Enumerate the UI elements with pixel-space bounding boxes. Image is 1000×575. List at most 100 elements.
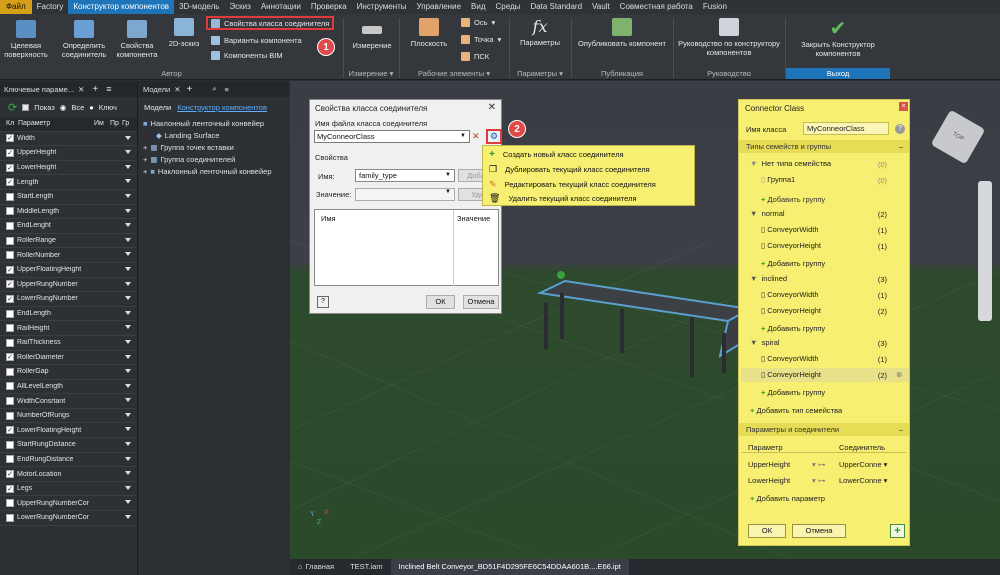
- key-checkbox[interactable]: [6, 499, 14, 508]
- key-checkbox[interactable]: [6, 309, 14, 318]
- menu-item[interactable]: Аннотации: [256, 0, 306, 14]
- table-row[interactable]: EndRungDistance: [0, 453, 137, 468]
- connector-class-properties-button[interactable]: Свойства класса соединителя: [206, 16, 335, 30]
- expand-icon[interactable]: +: [143, 143, 147, 152]
- chevron-down-icon[interactable]: [125, 383, 131, 388]
- chevron-down-icon[interactable]: [125, 500, 131, 505]
- menu-item[interactable]: Среды: [491, 0, 526, 14]
- show-checkbox[interactable]: [22, 103, 30, 111]
- table-row[interactable]: ✓ MotorLocation: [0, 467, 137, 482]
- key-checkbox[interactable]: [6, 411, 14, 420]
- close-icon[interactable]: ✕: [78, 85, 84, 94]
- tab-home[interactable]: ⌂ Главная: [290, 559, 342, 575]
- menu-item[interactable]: Вид: [466, 0, 490, 14]
- chevron-down-icon[interactable]: [125, 193, 131, 198]
- plane-button[interactable]: Плоскость: [404, 18, 454, 48]
- add-parameter-link[interactable]: + Добавить параметр: [750, 494, 825, 503]
- param-conveyor-height[interactable]: ▯ ConveyorHeight: [761, 241, 821, 250]
- param-conveyor-width[interactable]: ▯ ConveyorWidth: [761, 354, 819, 363]
- params-section-header[interactable]: Параметры и соединители –: [739, 423, 909, 436]
- tree-part[interactable]: + ■ Наклонный ленточный конвейер: [143, 165, 289, 177]
- value-select[interactable]: ▼: [355, 188, 455, 201]
- chevron-down-icon[interactable]: [125, 515, 131, 520]
- chevron-down-icon[interactable]: [125, 179, 131, 184]
- remove-icon[interactable]: ⊗: [896, 370, 902, 379]
- group-measure-label[interactable]: Измерение ▾: [343, 68, 399, 79]
- key-checkbox[interactable]: [6, 367, 14, 376]
- param-lower-height[interactable]: LowerHeight: [748, 476, 790, 485]
- table-row[interactable]: StartRungDistance: [0, 438, 137, 453]
- menu-item[interactable]: Проверка: [306, 0, 352, 14]
- key-checkbox[interactable]: ✓: [6, 470, 14, 479]
- table-row[interactable]: ✓ Legs: [0, 482, 137, 497]
- menu-item[interactable]: Управление: [412, 0, 466, 14]
- axis-button[interactable]: Ось ▾: [461, 18, 495, 27]
- tree-connectors[interactable]: + ▦ Группа соединителей: [143, 153, 289, 165]
- close-designer-button[interactable]: ✔ Закрыть Конструктор компонентов: [786, 18, 890, 58]
- cancel-button[interactable]: Отмена: [463, 295, 499, 309]
- group-1[interactable]: ▯ Группа1: [761, 175, 795, 184]
- table-row[interactable]: RailThickness: [0, 336, 137, 351]
- menu-icon[interactable]: ≡: [225, 85, 229, 94]
- family-inclined[interactable]: ▼ inclined: [750, 274, 787, 283]
- designer-guide-button[interactable]: Руководство по конструктору компонентов: [674, 18, 784, 57]
- table-row[interactable]: ✓ UpperRungNumber: [0, 278, 137, 293]
- menu-item[interactable]: Vault: [587, 0, 615, 14]
- close-icon[interactable]: ✕: [174, 85, 180, 94]
- chevron-down-icon[interactable]: [125, 398, 131, 403]
- add-group-link[interactable]: + Добавить группу: [761, 324, 825, 333]
- chevron-down-icon[interactable]: [125, 266, 131, 271]
- table-row[interactable]: ✓ RollerDiameter: [0, 351, 137, 366]
- target-surface-button[interactable]: Целевая поверхность: [4, 20, 48, 59]
- menu-item[interactable]: Файл: [0, 0, 32, 14]
- chevron-down-icon[interactable]: [125, 164, 131, 169]
- properties-table[interactable]: Имя Значение: [314, 209, 499, 286]
- group-work-label[interactable]: Рабочие элементы ▾: [399, 68, 509, 79]
- chevron-down-icon[interactable]: [125, 135, 131, 140]
- menu-item[interactable]: 3D-модель: [174, 0, 224, 14]
- table-row[interactable]: ✓ LowerFloatingHeight: [0, 423, 137, 439]
- chevron-down-icon[interactable]: [125, 252, 131, 257]
- ucs-button[interactable]: ПСК: [461, 52, 489, 61]
- table-row[interactable]: ✓ Width: [0, 132, 137, 147]
- table-row[interactable]: ✓ LowerHeight: [0, 161, 137, 176]
- table-row[interactable]: NumberOfRungs: [0, 409, 137, 424]
- file-name-select[interactable]: MyConneorClass ▼: [314, 130, 470, 143]
- chevron-down-icon[interactable]: [125, 150, 131, 155]
- menu-item[interactable]: Data Standard: [525, 0, 587, 14]
- add-icon[interactable]: +: [890, 524, 905, 538]
- table-row[interactable]: UpperRungNumberCor: [0, 496, 137, 512]
- table-row[interactable]: AllLevelLength: [0, 380, 137, 395]
- param-conveyor-width[interactable]: ▯ ConveyorWidth: [761, 225, 819, 234]
- chevron-down-icon[interactable]: [125, 325, 131, 330]
- menu-item-delete[interactable]: 🗑 Удалить текущий класс соединителя: [489, 193, 637, 204]
- key-checkbox[interactable]: [6, 236, 14, 245]
- gear-icon[interactable]: ⚙: [486, 129, 502, 144]
- expand-icon[interactable]: +: [143, 155, 147, 164]
- tab-model[interactable]: Модели: [143, 85, 170, 94]
- cancel-button[interactable]: Отмена: [792, 524, 846, 538]
- refresh-icon[interactable]: ⟳: [8, 101, 17, 114]
- menu-item[interactable]: Инструменты: [352, 0, 412, 14]
- chevron-down-icon[interactable]: [125, 456, 131, 461]
- table-row[interactable]: StartLength: [0, 190, 137, 205]
- define-connector-button[interactable]: Определить соединитель: [58, 20, 110, 59]
- menu-item-edit[interactable]: ✎ Редактировать текущий класс соединителя: [489, 179, 656, 190]
- key-checkbox[interactable]: [6, 192, 14, 201]
- add-group-link[interactable]: + Добавить группу: [761, 195, 825, 204]
- menu-item[interactable]: Эскиз: [224, 0, 255, 14]
- key-checkbox[interactable]: ✓: [6, 353, 14, 362]
- menu-icon[interactable]: ≡: [106, 84, 111, 94]
- add-group-link[interactable]: + Добавить группу: [761, 259, 825, 268]
- expand-icon[interactable]: +: [143, 167, 147, 176]
- table-row[interactable]: LowerRungNumberCor: [0, 511, 137, 526]
- families-section-header[interactable]: Типы семейств и группы –: [739, 140, 909, 153]
- menu-item[interactable]: Конструктор компонентов: [68, 0, 175, 14]
- key-checkbox[interactable]: ✓: [6, 148, 14, 157]
- add-tab-icon[interactable]: +: [92, 84, 98, 95]
- tree-insert-points[interactable]: + ▦ Группа точек вставки: [143, 141, 289, 153]
- chevron-down-icon[interactable]: [125, 471, 131, 476]
- tab-component-designer[interactable]: Конструктор компонентов: [177, 103, 267, 112]
- table-row[interactable]: EndLength: [0, 307, 137, 322]
- name-select[interactable]: family_type ▼: [355, 169, 455, 182]
